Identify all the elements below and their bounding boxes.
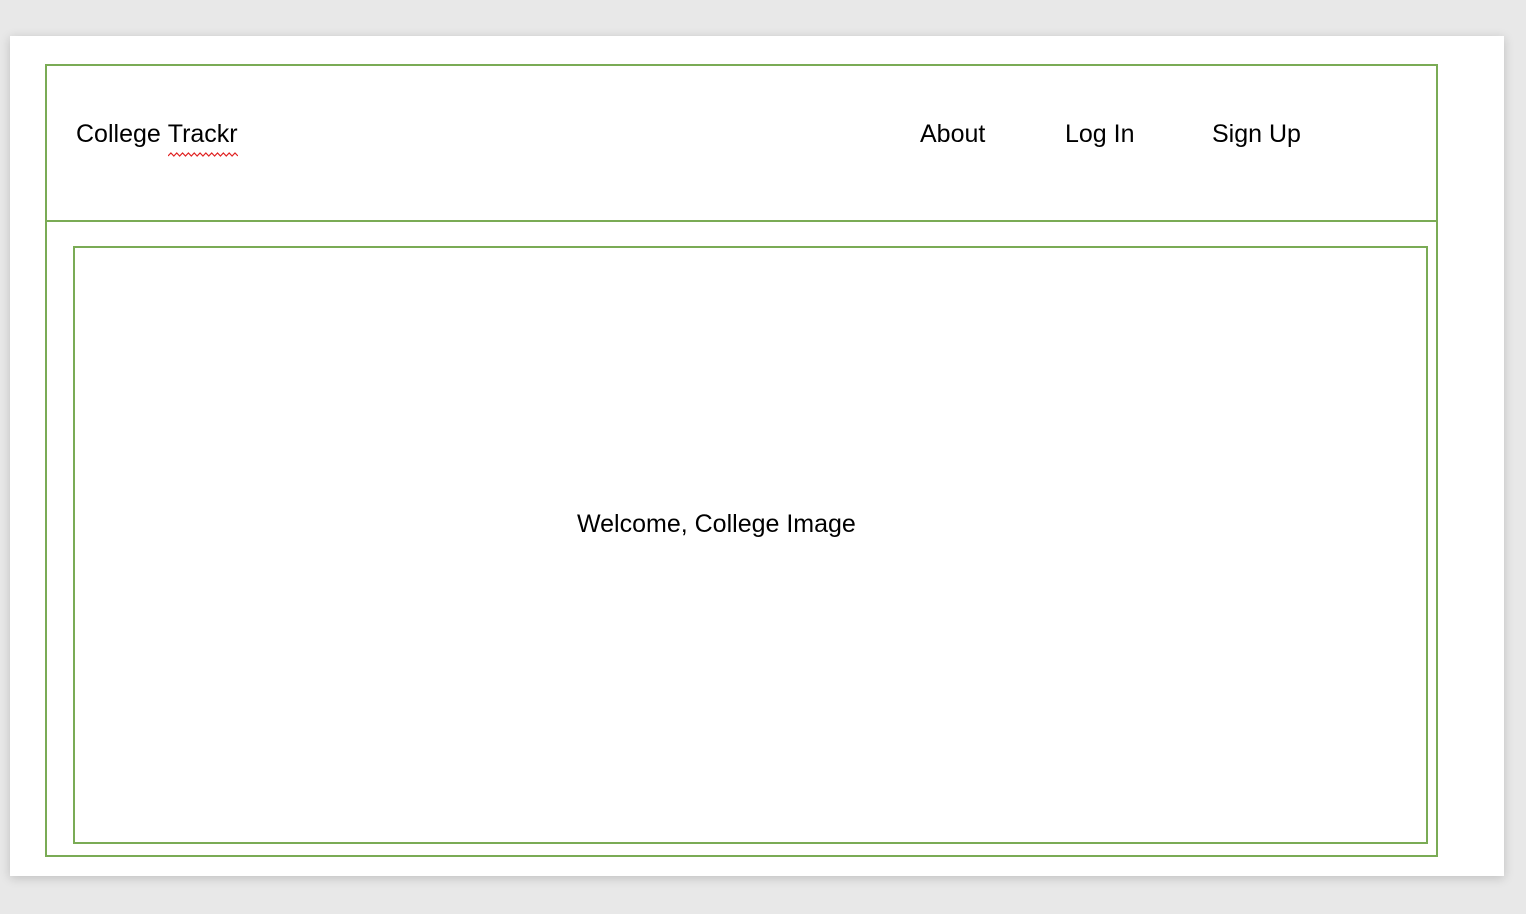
brand-word-trackr: Trackr (167, 116, 238, 157)
spellcheck-underline-icon (167, 152, 238, 157)
nav-link-about[interactable]: About (920, 116, 985, 152)
wireframe-outer-frame: College Trackr About Log In Sign Up Welc… (45, 64, 1438, 857)
nav-link-signup[interactable]: Sign Up (1212, 116, 1301, 152)
header-bar: College Trackr About Log In Sign Up (47, 66, 1436, 222)
nav-link-login[interactable]: Log In (1065, 116, 1135, 152)
brand-logo-text[interactable]: College Trackr (76, 116, 238, 157)
document-page: College Trackr About Log In Sign Up Welc… (10, 36, 1504, 876)
brand-word-college: College (76, 120, 161, 148)
hero-welcome-text: Welcome, College Image (577, 510, 856, 538)
brand-word-trackr-text: Trackr (167, 120, 238, 148)
hero-image-placeholder: Welcome, College Image (73, 246, 1428, 844)
